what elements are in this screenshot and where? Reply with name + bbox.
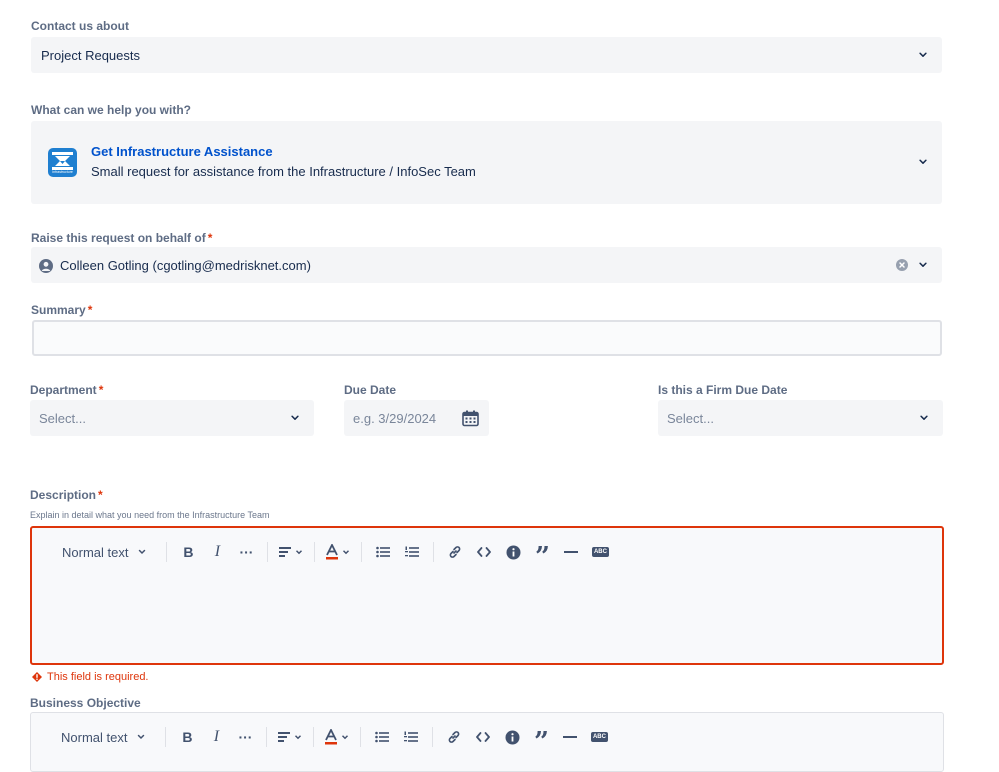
description-editor[interactable]: Normal text B I ··· ” ABC: [30, 526, 944, 665]
align-left-icon: [278, 732, 291, 742]
bold-button[interactable]: B: [176, 726, 198, 748]
divider-button[interactable]: [560, 541, 582, 563]
description-error: This field is required.: [32, 671, 149, 683]
code-button[interactable]: [473, 541, 495, 563]
calendar-icon[interactable]: [462, 410, 479, 427]
department-placeholder: Select...: [39, 411, 86, 426]
divider-button[interactable]: [559, 726, 581, 748]
spellcheck-button[interactable]: ABC: [589, 541, 611, 563]
numbered-list-button[interactable]: [400, 726, 422, 748]
info-icon: [505, 730, 520, 744]
help-label: What can we help you with?: [31, 103, 192, 117]
department-label: Department *: [30, 383, 104, 397]
chevron-down-icon: [138, 734, 145, 740]
user-avatar-icon: [39, 259, 53, 273]
text-style-dropdown[interactable]: Normal text: [62, 541, 148, 563]
business-objective-toolbar: Normal text B I ··· ” ABC: [61, 722, 610, 755]
chevron-down-icon: [919, 159, 927, 164]
chevron-down-icon: [919, 52, 927, 57]
text-style-label: Normal text: [62, 544, 129, 560]
chevron-down-icon: [291, 415, 299, 420]
italic-button[interactable]: I: [206, 541, 228, 563]
numbered-list-icon: [405, 546, 420, 557]
due-date-label: Due Date: [344, 383, 397, 397]
description-label: Description *: [30, 488, 103, 502]
contact-value: Project Requests: [41, 48, 140, 63]
text-style-label: Normal text: [61, 729, 128, 745]
bullet-list-button[interactable]: [372, 541, 394, 563]
code-icon: [477, 547, 492, 557]
behalf-label: Raise this request on behalf of *: [31, 231, 213, 245]
infrastructure-icon: Infrastructure: [48, 148, 77, 177]
more-formatting-button[interactable]: ···: [234, 726, 256, 748]
firm-due-placeholder: Select...: [667, 411, 714, 426]
code-icon: [476, 732, 491, 742]
due-date-input[interactable]: e.g. 3/29/2024: [344, 400, 489, 436]
horizontal-rule-icon: [564, 551, 579, 553]
spellcheck-button[interactable]: ABC: [588, 726, 610, 748]
spellcheck-icon: ABC: [591, 547, 609, 557]
link-button[interactable]: [443, 726, 465, 748]
horizontal-rule-icon: [563, 736, 578, 738]
code-button[interactable]: [472, 726, 494, 748]
link-button[interactable]: [444, 541, 466, 563]
text-style-dropdown[interactable]: Normal text: [61, 726, 147, 748]
spellcheck-icon: ABC: [590, 732, 608, 742]
chevron-down-icon: [343, 550, 350, 555]
chevron-down-icon: [919, 262, 927, 267]
chevron-down-icon: [920, 415, 928, 420]
text-color-icon: [325, 729, 338, 745]
description-helper: Explain in detail what you need from the…: [30, 510, 270, 520]
quote-button[interactable]: ”: [530, 722, 552, 755]
firm-due-select[interactable]: Select...: [658, 400, 943, 436]
business-objective-editor[interactable]: Normal text B I ··· ” ABC: [30, 712, 944, 772]
request-type-select[interactable]: Infrastructure Get Infrastructure Assist…: [31, 121, 942, 204]
chevron-down-icon: [342, 735, 349, 740]
summary-label: Summary *: [31, 303, 93, 317]
align-left-icon: [279, 547, 292, 557]
behalf-value: Colleen Gotling (cgotling@medrisknet.com…: [60, 258, 311, 273]
contact-select[interactable]: Project Requests: [31, 37, 942, 73]
text-color-dropdown[interactable]: [325, 541, 351, 563]
chevron-down-icon: [295, 735, 302, 740]
numbered-list-icon: [404, 731, 419, 742]
error-icon: [32, 672, 42, 682]
description-toolbar: Normal text B I ··· ” ABC: [62, 537, 611, 570]
chevron-down-icon: [296, 550, 303, 555]
bold-button[interactable]: B: [177, 541, 199, 563]
request-type-title[interactable]: Get Infrastructure Assistance: [91, 144, 273, 159]
department-select[interactable]: Select...: [30, 400, 314, 436]
info-panel-button[interactable]: [501, 726, 523, 748]
chevron-down-icon: [139, 549, 146, 555]
summary-input[interactable]: [32, 320, 942, 356]
behalf-select[interactable]: Colleen Gotling (cgotling@medrisknet.com…: [31, 247, 942, 283]
link-icon: [449, 731, 460, 743]
due-date-placeholder: e.g. 3/29/2024: [353, 411, 437, 426]
text-color-icon: [326, 544, 339, 560]
request-type-description: Small request for assistance from the In…: [91, 164, 476, 179]
business-objective-label: Business Objective: [30, 696, 141, 710]
alignment-dropdown[interactable]: [278, 541, 304, 563]
icon-caption: Infrastructure: [52, 170, 73, 174]
bullet-list-icon: [376, 546, 391, 558]
clear-icon[interactable]: [896, 259, 908, 271]
info-panel-button[interactable]: [502, 541, 524, 563]
quote-button[interactable]: ”: [531, 537, 553, 570]
numbered-list-button[interactable]: [401, 541, 423, 563]
alignment-dropdown[interactable]: [277, 726, 303, 748]
link-icon: [450, 546, 461, 558]
more-formatting-button[interactable]: ···: [235, 541, 257, 563]
italic-button[interactable]: I: [205, 726, 227, 748]
bullet-list-icon: [375, 731, 390, 743]
firm-due-label: Is this a Firm Due Date: [658, 383, 788, 397]
text-color-dropdown[interactable]: [324, 726, 350, 748]
description-error-text: This field is required.: [47, 671, 149, 683]
contact-label: Contact us about: [31, 19, 129, 33]
bullet-list-button[interactable]: [371, 726, 393, 748]
info-icon: [506, 545, 521, 559]
